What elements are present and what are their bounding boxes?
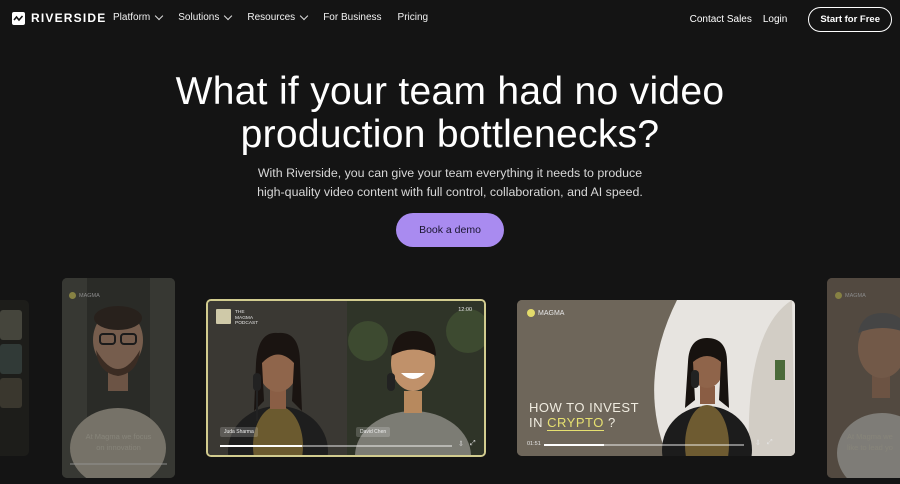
chevron-down-icon (299, 11, 309, 21)
download-icon[interactable]: ⇩ (458, 440, 464, 448)
crypto-title-highlight: CRYPTO (547, 415, 604, 431)
nav-actions: Contact Sales Login Start for Free (690, 7, 892, 32)
caption-line-1: At Magma we (847, 432, 893, 441)
crypto-title-line-1: HOW TO INVEST (529, 400, 640, 415)
caption-line-2: on innovation (96, 443, 141, 452)
card-brand-label: MAGMA (538, 309, 565, 317)
card-brand: MAGMA (527, 309, 564, 317)
nav-resources-label: Resources (247, 12, 296, 23)
login-link[interactable]: Login (763, 14, 787, 25)
recording-time: 12:00 (458, 307, 472, 313)
subtitle-line-2: high-quality video content with full con… (257, 184, 643, 199)
caption: At Magma we like to lead yo (847, 431, 900, 453)
thumbnail (0, 344, 22, 374)
brand-logo[interactable]: RIVERSIDE (12, 11, 106, 25)
nav-platform[interactable]: Platform (113, 11, 164, 23)
nav-solutions[interactable]: Solutions (178, 11, 233, 23)
book-demo-button[interactable]: Book a demo (396, 213, 504, 247)
progress-fill (220, 445, 302, 447)
magma-logo-icon (69, 292, 76, 299)
progress-track[interactable] (70, 463, 167, 465)
caption: At Magma we focus on innovation (62, 431, 175, 453)
subtitle-line-1: With Riverside, you can give your team e… (257, 166, 643, 180)
nav-pricing-label: Pricing (397, 12, 429, 23)
headline-line-1: What if your team had no video (175, 70, 725, 113)
headline-line-2: production bottlenecks? (240, 113, 660, 156)
chevron-down-icon (224, 11, 233, 21)
magma-logo-icon (835, 292, 842, 299)
nav-solutions-label: Solutions (178, 12, 220, 23)
podcast-brand: THE MAGMA PODCAST (235, 310, 258, 327)
video-card-portrait: MAGMA At Magma we focus on innovation (62, 278, 175, 478)
podcast-brand-line-2: MAGMA (235, 315, 254, 321)
fullscreen-icon[interactable]: ⤢ (470, 440, 476, 448)
hero-headline: What if your team had no video productio… (0, 70, 900, 156)
nav-resources[interactable]: Resources (247, 11, 309, 23)
thumbnail (0, 310, 22, 340)
caption-line-2: like to lead yo (847, 443, 893, 452)
contact-sales-link[interactable]: Contact Sales (690, 14, 752, 25)
riverside-logo-icon (12, 11, 25, 25)
video-card-podcast: THE MAGMA PODCAST 12:00 Juda Sharma Davi… (206, 299, 486, 457)
crypto-title-prefix: IN (529, 415, 543, 430)
download-icon[interactable]: ⇩ (755, 439, 761, 447)
guest-name-tag-2: David Chen (356, 427, 391, 437)
thumbnail (0, 378, 22, 408)
nav-for-business-label: For Business (323, 12, 382, 23)
fullscreen-icon[interactable]: ⤢ (767, 439, 773, 447)
podcast-brand-line-1: THE (235, 310, 245, 315)
card-brand-label: MAGMA (845, 292, 866, 299)
progress-fill (544, 444, 604, 446)
brand-name: RIVERSIDE (31, 11, 107, 25)
video-card-crypto: MAGMA HOW TO INVEST IN CRYPTO ? 01:51 ⇩ … (517, 300, 795, 456)
card-brand: MAGMA (69, 292, 100, 299)
crypto-title-suffix: ? (607, 415, 616, 430)
caption-line-1: At Magma we focus (85, 432, 152, 441)
top-nav: RIVERSIDE Platform Solutions Resources F… (0, 0, 900, 38)
card-brand: MAGMA (835, 292, 866, 299)
nav-links: Platform Solutions Resources For Busines… (113, 11, 429, 23)
magma-podcast-logo-icon (216, 309, 231, 324)
nav-for-business[interactable]: For Business (323, 12, 381, 23)
hero-subtitle: With Riverside, you can give your team e… (0, 164, 900, 201)
podcast-brand-line-3: PODCAST (235, 321, 259, 326)
card-brand-label: MAGMA (79, 292, 100, 299)
start-free-button[interactable]: Start for Free (808, 7, 892, 32)
video-card-right-partial: MAGMA At Magma we like to lead yo (827, 278, 900, 478)
chevron-down-icon (154, 11, 164, 21)
video-card-left-partial (0, 300, 29, 456)
magma-logo-icon (527, 309, 535, 317)
guest-name-tag-1: Juda Sharma (220, 427, 258, 437)
playback-time: 01:51 (527, 441, 541, 447)
crypto-title: HOW TO INVEST IN CRYPTO ? (529, 400, 640, 431)
nav-platform-label: Platform (113, 12, 151, 23)
crypto-illustration (517, 300, 795, 456)
nav-pricing[interactable]: Pricing (398, 12, 429, 23)
